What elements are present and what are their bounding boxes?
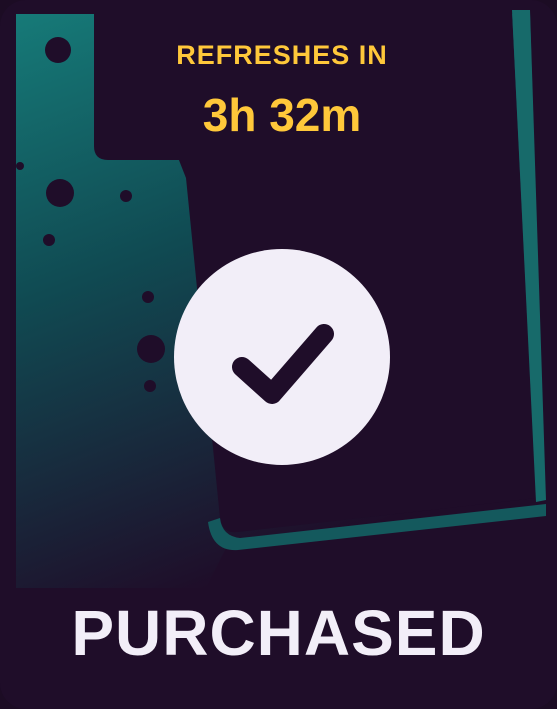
purchased-badge	[174, 249, 390, 465]
checkmark-icon	[232, 324, 334, 404]
status-label: PURCHASED	[71, 597, 486, 669]
purchased-item-card[interactable]: REFRESHES IN 3h 32m PURCHASED	[0, 0, 557, 709]
refresh-countdown: 3h 32m	[202, 89, 362, 141]
refresh-label: REFRESHES IN	[176, 40, 388, 70]
